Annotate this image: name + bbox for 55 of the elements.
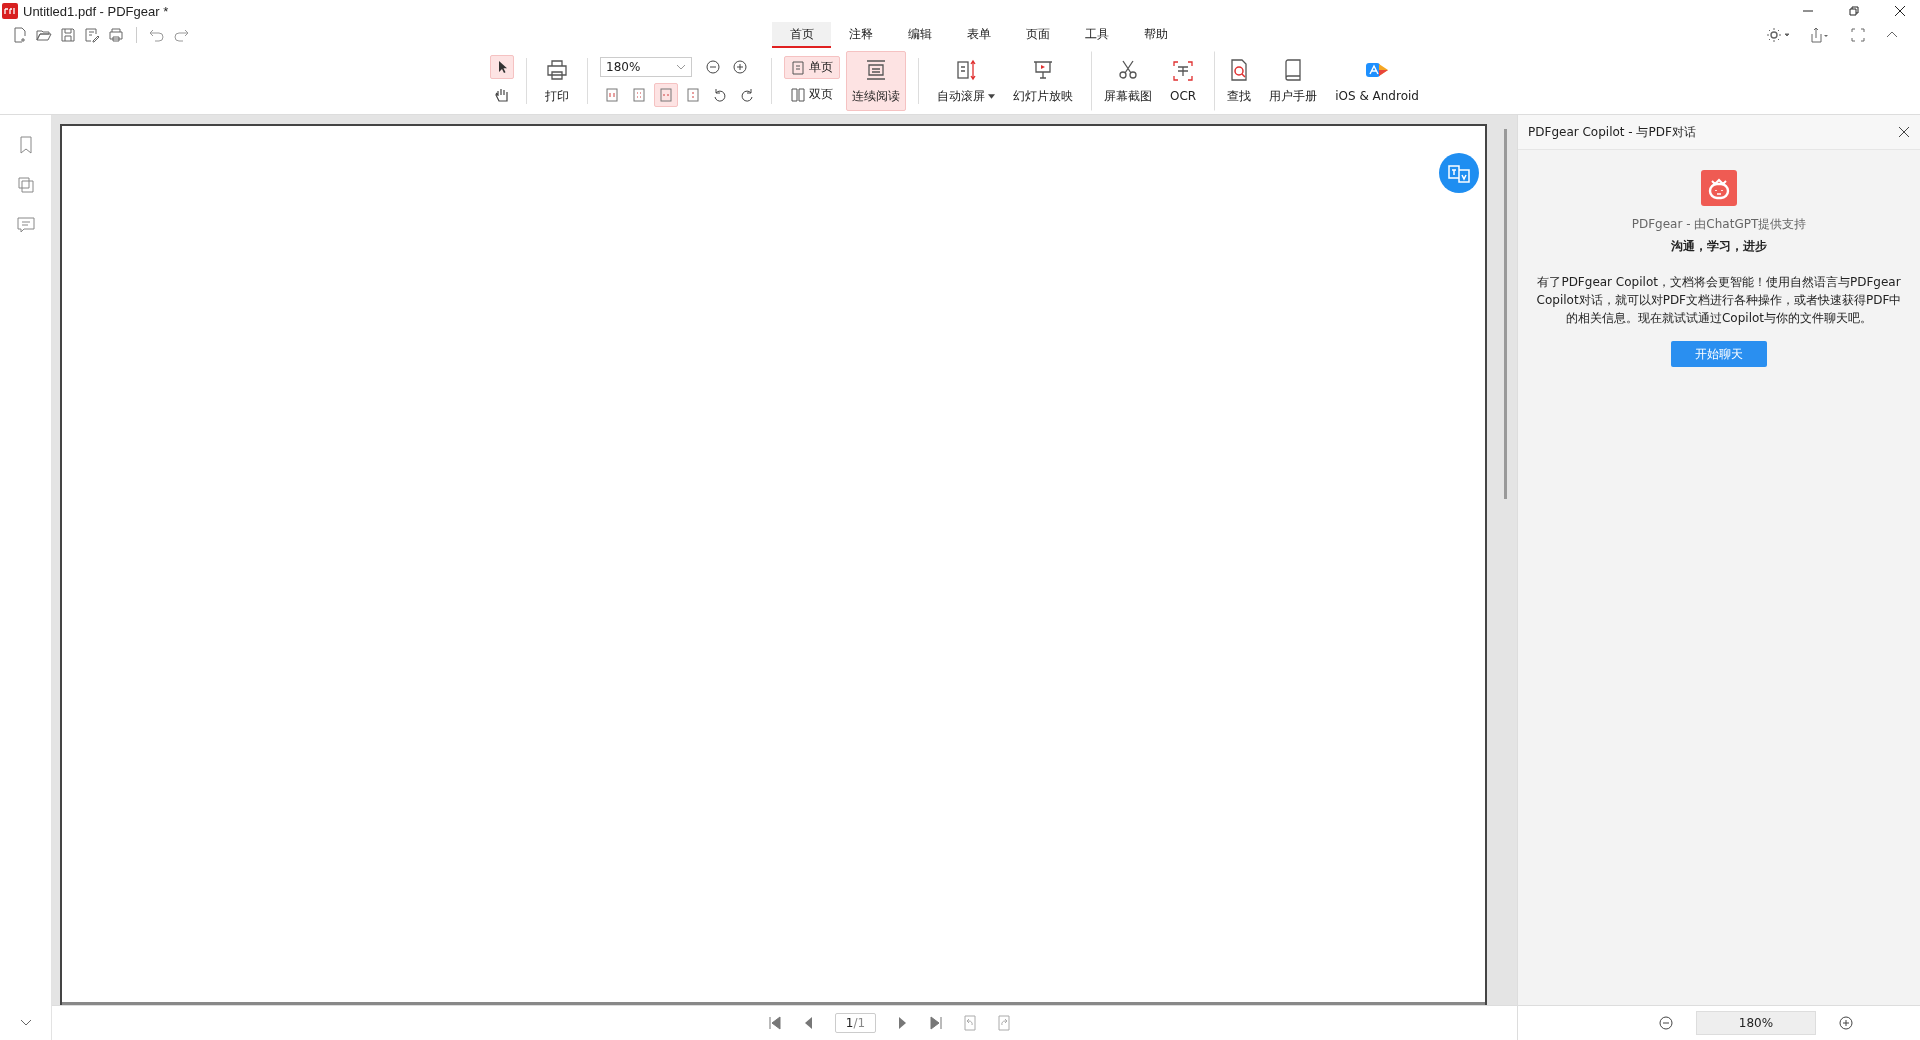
- new-file-icon[interactable]: [12, 27, 28, 43]
- pointer-icon[interactable]: [490, 55, 514, 79]
- zoom-out-icon[interactable]: [1658, 1015, 1674, 1031]
- close-icon[interactable]: [1894, 5, 1906, 17]
- print-button[interactable]: 打印: [539, 51, 575, 111]
- save-icon[interactable]: [60, 27, 76, 43]
- first-page-icon[interactable]: [766, 1015, 783, 1031]
- fit-width-icon[interactable]: [654, 83, 678, 107]
- tagline: 沟通，学习，进步: [1671, 238, 1767, 255]
- ocr-icon: [1171, 59, 1196, 83]
- save-as-icon[interactable]: [84, 27, 100, 43]
- last-page-icon[interactable]: [928, 1015, 945, 1031]
- toolbar-button[interactable]: 幻灯片放映: [1007, 51, 1079, 111]
- undo-icon[interactable]: [149, 27, 165, 43]
- print-icon[interactable]: [108, 27, 124, 43]
- menu-tab[interactable]: 表单: [949, 22, 1008, 48]
- toolbar-button[interactable]: 用户手册: [1263, 51, 1324, 111]
- menu-tab[interactable]: 首页: [772, 22, 831, 48]
- brightness-icon[interactable]: [1766, 27, 1790, 43]
- layout-button[interactable]: 双页: [784, 83, 840, 106]
- fullscreen-icon[interactable]: [1850, 27, 1866, 43]
- menu-tab[interactable]: 注释: [831, 22, 890, 48]
- panel-subtitle: PDFgear - 由ChatGPT提供支持: [1631, 216, 1807, 233]
- redo-icon[interactable]: [173, 27, 189, 43]
- scrollbar[interactable]: [1504, 129, 1507, 499]
- description: 有了PDFgear Copilot，文档将会更智能！使用自然语言与PDFgear Copilot对话，就可以对PDF文档进行各种操作，或者快速获得PDF中的相关信息。现在就试试通过Copilot与你的文件聊天吧。: [1535, 274, 1903, 327]
- panel-title: PDFgear Copilot - 与PDF对话: [1528, 123, 1696, 141]
- caret-icon: [676, 64, 686, 70]
- restore-icon[interactable]: [1848, 5, 1860, 17]
- toolbar-button[interactable]: iOS & Android: [1329, 51, 1425, 111]
- toolbar-button[interactable]: 自动滚屏: [931, 51, 1001, 111]
- robot-logo-icon: [1701, 170, 1737, 206]
- zoom-in-icon[interactable]: [1838, 1015, 1854, 1031]
- continuous-reading-button[interactable]: 连续阅读: [846, 51, 906, 111]
- two-page-icon: [791, 87, 805, 102]
- toolbar-button[interactable]: OCR: [1164, 51, 1203, 111]
- single-page-icon: [791, 60, 805, 75]
- window-title: Untitled1.pdf - PDFgear *: [23, 3, 169, 19]
- continuous-pages-icon: [864, 57, 888, 82]
- menu-tab[interactable]: 编辑: [890, 22, 949, 48]
- menu-tab[interactable]: 工具: [1067, 22, 1126, 48]
- page-number-field[interactable]: 1/1: [834, 1013, 877, 1033]
- pages-icon[interactable]: [15, 175, 36, 195]
- menu-tab[interactable]: 帮助: [1126, 22, 1185, 48]
- zoom-dropdown[interactable]: 180%: [600, 57, 692, 77]
- zoom-field[interactable]: 180%: [1696, 1011, 1816, 1035]
- menu-tab[interactable]: 页面: [1008, 22, 1067, 48]
- dropdown-caret-icon: [988, 93, 995, 99]
- printer-icon: [545, 57, 569, 82]
- close-icon[interactable]: [1898, 126, 1910, 138]
- toolbar-button[interactable]: 屏幕截图: [1091, 51, 1158, 111]
- toolbar-button[interactable]: 查找: [1214, 51, 1258, 111]
- translate-icon[interactable]: [1439, 153, 1479, 193]
- layout-button[interactable]: 单页: [784, 56, 840, 79]
- folder-icon[interactable]: [36, 27, 52, 43]
